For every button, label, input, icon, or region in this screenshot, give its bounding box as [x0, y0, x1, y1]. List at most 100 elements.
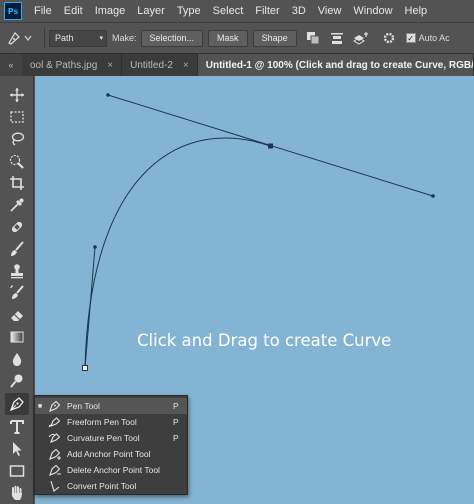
direction-point-left[interactable] — [106, 93, 110, 97]
menu-image[interactable]: Image — [89, 0, 132, 22]
chevron-down-icon: ▾ — [99, 35, 103, 42]
end-anchor-point[interactable] — [268, 143, 273, 149]
tool-clone-stamp[interactable] — [5, 260, 29, 282]
menu-bar: Ps File Edit Image Layer Type Select Fil… — [0, 0, 474, 22]
menu-layer[interactable]: Layer — [131, 0, 171, 22]
make-mask-button[interactable]: Mask — [208, 29, 248, 47]
path-select-icon — [13, 442, 22, 456]
tool-preset-picker[interactable] — [0, 26, 40, 50]
menu-help[interactable]: Help — [399, 0, 434, 22]
tool-eraser[interactable] — [5, 304, 29, 326]
options-bar: Path ▾ Make: Selection... Mask Shape ✓ A… — [0, 22, 474, 54]
history-brush-icon — [10, 285, 24, 299]
path-arrangement-button[interactable] — [350, 28, 372, 48]
tool-healing-brush[interactable] — [5, 216, 29, 238]
tool-crop[interactable] — [5, 172, 29, 194]
path-alignment-button[interactable] — [326, 28, 348, 48]
tool-gradient[interactable] — [5, 326, 29, 348]
menu-view[interactable]: View — [312, 0, 348, 22]
tab-tool-paths[interactable]: ool & Paths.jpg × — [22, 54, 123, 76]
tool-dodge[interactable] — [5, 370, 29, 392]
document-tab-bar: « ool & Paths.jpg × Untitled-2 × Untitle… — [0, 54, 474, 76]
menu-3d[interactable]: 3D — [286, 0, 312, 22]
tool-brush[interactable] — [5, 238, 29, 260]
menu-window[interactable]: Window — [347, 0, 398, 22]
shortcut-key: P — [173, 401, 179, 411]
close-icon[interactable]: × — [107, 60, 113, 71]
flyout-item-freeform-pen-tool[interactable]: Freeform Pen Tool P — [35, 414, 187, 430]
selected-bullet-icon: ■ — [37, 402, 43, 410]
brush-icon — [11, 241, 24, 256]
auto-add-delete-label: Auto Ac — [418, 33, 450, 43]
tab-untitled-2[interactable]: Untitled-2 × — [122, 54, 198, 76]
curvature-pen-icon — [45, 431, 65, 445]
rectangle-icon — [9, 465, 25, 477]
path-alignment-icon — [330, 33, 343, 44]
make-selection-button[interactable]: Selection... — [140, 29, 204, 47]
tool-pen[interactable] — [5, 393, 29, 415]
gear-icon — [383, 32, 394, 44]
flyout-label: Pen Tool — [67, 401, 100, 411]
tab-label: ool & Paths.jpg — [30, 59, 98, 71]
flyout-item-curvature-pen-tool[interactable]: Curvature Pen Tool P — [35, 430, 187, 446]
tool-rectangle[interactable] — [5, 460, 29, 482]
tool-history-brush[interactable] — [5, 282, 29, 304]
flyout-item-delete-anchor-point-tool[interactable]: Delete Anchor Point Tool — [35, 462, 187, 478]
tool-type[interactable] — [5, 416, 29, 438]
flyout-item-pen-tool[interactable]: ■ Pen Tool P — [35, 398, 187, 414]
tool-lasso[interactable] — [5, 128, 29, 150]
flyout-label: Delete Anchor Point Tool — [67, 465, 160, 475]
make-label: Make: — [112, 33, 137, 43]
divider — [44, 28, 45, 48]
move-icon — [10, 88, 24, 102]
tool-quick-select[interactable] — [5, 150, 29, 172]
lasso-icon — [11, 132, 25, 146]
make-shape-button[interactable]: Shape — [252, 29, 297, 47]
flyout-item-convert-point-tool[interactable]: Convert Point Tool — [35, 478, 187, 494]
convert-point-icon — [45, 479, 65, 493]
healing-brush-icon — [11, 221, 23, 233]
tool-marquee[interactable] — [5, 106, 29, 128]
checkmark-icon: ✓ — [407, 33, 414, 43]
menu-file[interactable]: File — [28, 0, 58, 22]
tool-mode-select[interactable]: Path ▾ — [49, 29, 107, 47]
type-icon — [10, 420, 24, 434]
crop-icon — [10, 176, 24, 190]
tab-overflow-button[interactable]: « — [0, 54, 22, 76]
path-arrangement-icon — [352, 32, 368, 45]
tool-path-select[interactable] — [5, 438, 29, 460]
path-operations-button[interactable] — [302, 28, 324, 48]
menu-type[interactable]: Type — [171, 0, 207, 22]
tool-hand[interactable] — [5, 482, 29, 504]
flyout-label: Freeform Pen Tool — [67, 417, 137, 427]
clone-stamp-icon — [11, 264, 23, 279]
path-operations-icon — [306, 32, 320, 45]
direction-point-right[interactable] — [431, 194, 435, 198]
flyout-item-add-anchor-point-tool[interactable]: Add Anchor Point Tool — [35, 446, 187, 462]
settings-button[interactable] — [378, 28, 400, 48]
tool-eyedropper[interactable] — [5, 194, 29, 216]
flyout-label: Convert Point Tool — [67, 481, 137, 491]
close-icon[interactable]: × — [183, 60, 189, 71]
tab-untitled-1[interactable]: Untitled-1 @ 100% (Click and drag to cre… — [197, 54, 474, 76]
menu-select[interactable]: Select — [207, 0, 250, 22]
photoshop-logo[interactable]: Ps — [4, 2, 22, 20]
flyout-label: Curvature Pen Tool — [67, 433, 140, 443]
canvas-caption: Click and Drag to create Curve — [137, 331, 392, 350]
tool-blur[interactable] — [5, 348, 29, 370]
start-anchor-point[interactable] — [82, 365, 88, 371]
marquee-icon — [10, 111, 24, 123]
hand-icon — [11, 485, 22, 500]
start-direction-point[interactable] — [93, 245, 97, 249]
eyedropper-icon — [10, 198, 24, 212]
start-direction-line — [84, 246, 96, 369]
auto-add-delete-checkbox[interactable]: ✓ — [405, 33, 416, 43]
tool-move[interactable] — [5, 84, 29, 106]
delete-anchor-icon — [45, 463, 65, 477]
tab-label: Untitled-2 — [130, 59, 173, 71]
menu-edit[interactable]: Edit — [58, 0, 89, 22]
tools-panel — [0, 76, 34, 504]
menu-filter[interactable]: Filter — [249, 0, 285, 22]
shortcut-key: P — [173, 433, 179, 443]
blur-icon — [12, 353, 22, 366]
